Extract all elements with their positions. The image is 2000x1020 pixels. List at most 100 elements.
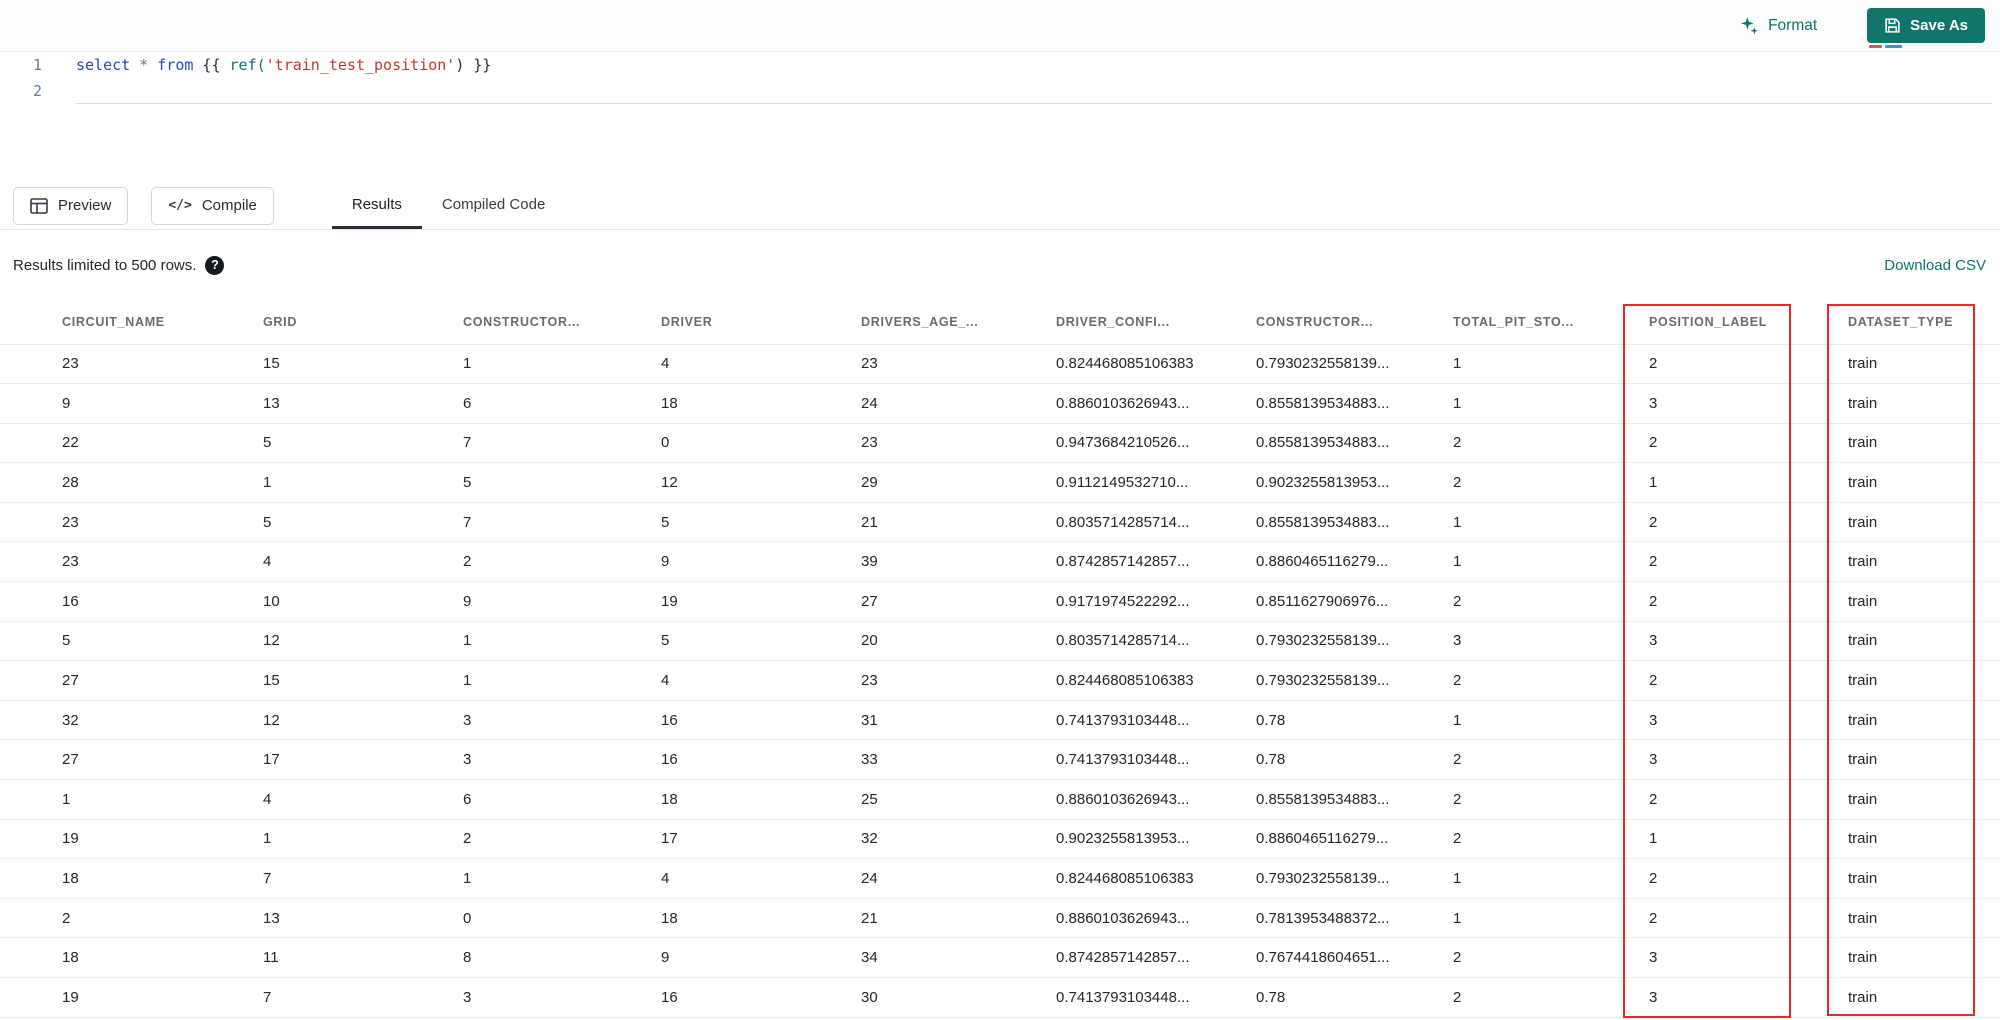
cell: 18 [661,779,861,820]
cell: 2 [463,818,661,859]
column-header: CONSTRUCTOR... [1256,314,1374,329]
preview-button[interactable]: Preview [13,186,129,225]
tab-results[interactable]: Results [331,182,422,229]
cell: 0.7930232558139... [1256,620,1453,661]
cell: train [1848,383,2000,424]
cell: train [1848,660,2000,701]
cell: 1 [1453,897,1649,938]
cell: 0 [661,422,861,463]
cell: 24 [861,858,1056,899]
cell: 5 [263,501,463,542]
cell: 0.8860103626943... [1056,779,1256,820]
cell: 0.8558139534883... [1256,501,1453,542]
column-header: CONSTRUCTOR... [463,314,581,329]
results-table: CIRCUIT_NAME GRID CONSTRUCTOR... DRIVER DRIV… [0,300,2000,1018]
cell: 18 [0,937,263,978]
cell: 9 [661,541,861,582]
cell: train [1848,501,2000,542]
table-row: 23 15 1 4 23 0.824468085106383 0.7930232558139… [0,343,2000,384]
cell: 1 [463,620,661,661]
cell: 3 [1453,620,1649,661]
table-row: 19 7 3 16 30 0.7413793103448... 0.78 2 3 train [0,977,2000,1018]
cell: 0.78 [1256,977,1453,1018]
cell: 1 [1649,462,1848,503]
code-content: select * from {{ ref('train_test_positio… [76,56,492,74]
cell: 0.7413793103448... [1056,977,1256,1018]
code-line[interactable]: 2 [0,78,2000,104]
sql-editor[interactable]: 1 select * from {{ ref('train_test_positi… [0,52,2000,182]
compile-button[interactable]: </> Compile [151,186,274,225]
cell: 27 [0,660,263,701]
cell: 0.8860465116279... [1256,818,1453,859]
cell: 9 [0,383,263,424]
cell: 23 [861,660,1056,701]
cell: 7 [263,977,463,1018]
cell: 13 [263,897,463,938]
editor-toolbar: Format Save As [0,0,2000,52]
cell: 2 [1649,858,1848,899]
cell: 19 [0,977,263,1018]
cell: 0.9473684210526... [1056,422,1256,463]
cell: 2 [1453,462,1649,503]
save-icon [1884,17,1901,34]
cell: 0.7413793103448... [1056,739,1256,780]
cell: 16 [661,739,861,780]
column-header: DRIVER [661,314,713,329]
row-limit-text: Results limited to 500 rows. [13,256,197,274]
format-button[interactable]: Format [1740,16,1817,35]
cell: 17 [263,739,463,780]
cell: 32 [861,818,1056,859]
cell: 0.8558139534883... [1256,422,1453,463]
cell: 12 [661,462,861,503]
compile-label: Compile [201,197,257,214]
table-row: 22 5 7 0 23 0.9473684210526... 0.8558139534883… [0,422,2000,463]
cell: 20 [861,620,1056,661]
tab-compiled-code[interactable]: Compiled Code [422,182,565,229]
cell: 34 [861,937,1056,978]
line-number: 2 [32,82,42,100]
cell: 0.7674418604651... [1256,937,1453,978]
cell: 6 [463,779,661,820]
cell: 1 [463,660,661,701]
code-line[interactable]: 1 select * from {{ ref('train_test_positi… [0,52,2000,78]
cell: 1 [0,779,263,820]
cell: 0.8558139534883... [1256,779,1453,820]
cell: 25 [861,779,1056,820]
cell: 23 [0,343,263,384]
cell: 3 [463,739,661,780]
download-csv-link[interactable]: Download CSV [1884,257,1986,274]
cell: 2 [1649,541,1848,582]
question-icon[interactable]: ? [205,255,225,275]
cell: 12 [263,699,463,740]
cell: 5 [0,620,263,661]
cell: 0.8558139534883... [1256,383,1453,424]
cell: 12 [263,620,463,661]
cell: 2 [1453,739,1649,780]
table-row: 23 5 7 5 21 0.8035714285714... 0.8558139534883… [0,501,2000,542]
save-as-button[interactable]: Save As [1867,8,1985,43]
cell: 0.9112149532710... [1056,462,1256,503]
cell: 18 [661,897,861,938]
cell: 2 [1649,897,1848,938]
table-row: 23 4 2 9 39 0.8742857142857... 0.8860465116279… [0,541,2000,582]
cell: 4 [263,541,463,582]
cell: 1 [1453,541,1649,582]
cell: 39 [861,541,1056,582]
results-tabs: Results Compiled Code [331,182,565,229]
cell: 3 [463,699,661,740]
table-row: 18 11 8 9 34 0.8742857142857... 0.767441860465… [0,937,2000,978]
cell: 0.7930232558139... [1256,343,1453,384]
cell: 0.824468085106383 [1056,343,1256,384]
cell: 29 [861,462,1056,503]
table-row: 9 13 6 18 24 0.8860103626943... 0.855813953488… [0,383,2000,424]
cell: 0.7930232558139... [1256,660,1453,701]
column-header: GRID [263,314,298,329]
save-as-label: Save As [1910,17,1968,34]
cell: 7 [463,422,661,463]
cell: train [1848,897,2000,938]
sparkles-icon [1740,16,1759,35]
cell: 0.8860103626943... [1056,897,1256,938]
cell: 2 [1453,660,1649,701]
cell: 4 [661,858,861,899]
cell: 1 [1453,699,1649,740]
